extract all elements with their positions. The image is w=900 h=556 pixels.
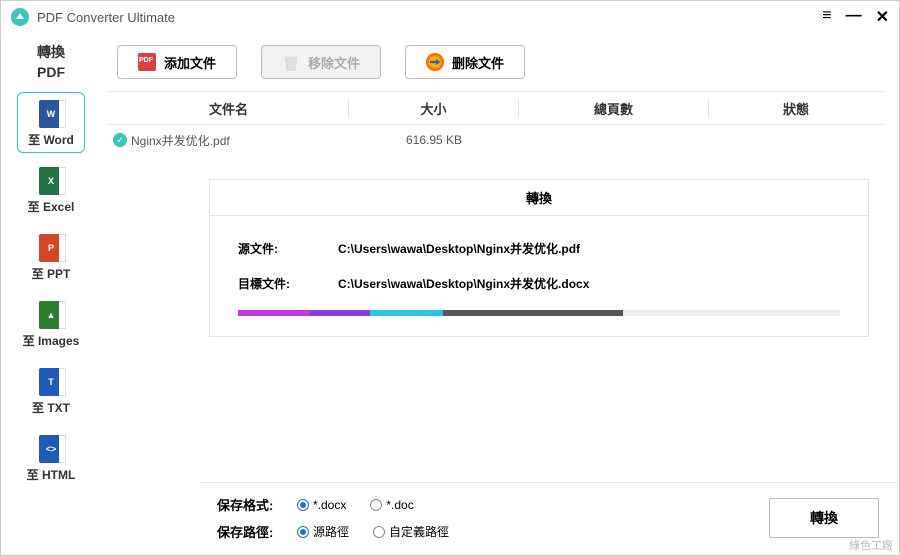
minimize-icon[interactable]: —	[846, 7, 862, 27]
format-row: 保存格式: *.docx *.doc	[217, 495, 769, 514]
delete-file-label: 删除文件	[452, 53, 504, 72]
target-value: C:\Users\wawa\Desktop\Nginx并发优化.docx	[338, 275, 840, 292]
app-logo-icon	[11, 8, 29, 26]
format-docx-radio[interactable]: *.docx	[297, 498, 346, 512]
radio-label: *.docx	[313, 498, 346, 512]
txt-icon: T	[38, 367, 64, 397]
sidebar-header-line2: PDF	[37, 63, 65, 83]
sidebar-header: 轉換 PDF	[37, 43, 65, 82]
source-label: 源文件:	[238, 240, 338, 257]
delete-file-icon	[426, 53, 444, 71]
format-doc-radio[interactable]: *.doc	[370, 498, 413, 512]
sidebar-item-label: 至 TXT	[32, 399, 70, 416]
sidebar-item-label: 至 Word	[28, 131, 74, 148]
radio-label: 自定義路徑	[389, 523, 449, 540]
path-source-radio[interactable]: 源路徑	[297, 523, 349, 540]
sidebar-item-images[interactable]: ▲ 至 Images	[17, 293, 85, 354]
sidebar-item-label: 至 Images	[23, 332, 80, 349]
add-file-button[interactable]: 添加文件	[117, 45, 237, 79]
radio-icon	[297, 526, 309, 538]
col-header-pages: 總頁數	[519, 99, 709, 118]
radio-icon	[370, 499, 382, 511]
footer: 保存格式: *.docx *.doc 保存路徑:	[201, 482, 899, 555]
table-header: 文件名 大小 總頁數 狀態	[109, 91, 883, 125]
ppt-icon: P	[38, 233, 64, 263]
menu-icon[interactable]: ≡	[822, 7, 831, 27]
progress-bar	[238, 310, 840, 316]
sidebar-item-excel[interactable]: X 至 Excel	[17, 159, 85, 220]
word-icon: W	[38, 99, 64, 129]
progress-panel: 轉換 源文件: C:\Users\wawa\Desktop\Nginx并发优化.…	[209, 179, 869, 337]
radio-icon	[373, 526, 385, 538]
col-header-size: 大小	[349, 99, 519, 118]
watermark: 綠色工廠	[849, 537, 893, 553]
col-header-status: 狀態	[709, 99, 883, 118]
radio-label: *.doc	[386, 498, 413, 512]
sidebar: 轉換 PDF W 至 Word X 至 Excel P 至 PPT ▲ 至 Im…	[1, 33, 101, 555]
sidebar-header-line1: 轉換	[37, 43, 65, 63]
path-custom-radio[interactable]: 自定義路徑	[373, 523, 449, 540]
panel-title: 轉換	[210, 180, 868, 216]
format-label: 保存格式:	[217, 495, 297, 514]
window-controls: ≡ — ✕	[822, 7, 889, 27]
add-file-label: 添加文件	[164, 53, 216, 72]
titlebar: PDF Converter Ultimate ≡ — ✕	[1, 1, 899, 33]
remove-file-icon	[282, 53, 300, 71]
images-icon: ▲	[38, 300, 64, 330]
path-label: 保存路徑:	[217, 522, 297, 541]
source-row: 源文件: C:\Users\wawa\Desktop\Nginx并发优化.pdf	[238, 240, 840, 257]
delete-file-button[interactable]: 删除文件	[405, 45, 525, 79]
excel-icon: X	[38, 166, 64, 196]
sidebar-item-html[interactable]: <> 至 HTML	[17, 427, 85, 488]
sidebar-item-label: 至 Excel	[28, 198, 75, 215]
sidebar-item-txt[interactable]: T 至 TXT	[17, 360, 85, 421]
add-file-icon	[138, 53, 156, 71]
sidebar-item-label: 至 HTML	[27, 466, 76, 483]
target-label: 目標文件:	[238, 275, 338, 292]
sidebar-item-ppt[interactable]: P 至 PPT	[17, 226, 85, 287]
file-size-cell: 616.95 KB	[349, 133, 519, 147]
toolbar: 添加文件 移除文件 删除文件	[109, 41, 883, 91]
app-title: PDF Converter Ultimate	[37, 10, 822, 25]
sidebar-item-label: 至 PPT	[32, 265, 71, 282]
remove-file-label: 移除文件	[308, 53, 360, 72]
file-name-cell: ✓ Nginx并发优化.pdf	[109, 132, 349, 149]
col-header-name: 文件名	[109, 99, 349, 118]
main-area: 添加文件 移除文件 删除文件 文件名 大小 總頁數 狀態 ✓ Nginx并发优化…	[101, 33, 899, 555]
table-row[interactable]: ✓ Nginx并发优化.pdf 616.95 KB	[109, 125, 883, 155]
path-row: 保存路徑: 源路徑 自定義路徑	[217, 522, 769, 541]
close-icon[interactable]: ✕	[876, 7, 889, 27]
html-icon: <>	[38, 434, 64, 464]
remove-file-button[interactable]: 移除文件	[261, 45, 381, 79]
radio-label: 源路徑	[313, 523, 349, 540]
convert-button[interactable]: 轉換	[769, 498, 879, 538]
radio-icon	[297, 499, 309, 511]
target-row: 目標文件: C:\Users\wawa\Desktop\Nginx并发优化.do…	[238, 275, 840, 292]
source-value: C:\Users\wawa\Desktop\Nginx并发优化.pdf	[338, 240, 840, 257]
pdf-icon: ✓	[113, 133, 127, 147]
sidebar-item-word[interactable]: W 至 Word	[17, 92, 85, 153]
file-name-text: Nginx并发优化.pdf	[131, 132, 230, 149]
